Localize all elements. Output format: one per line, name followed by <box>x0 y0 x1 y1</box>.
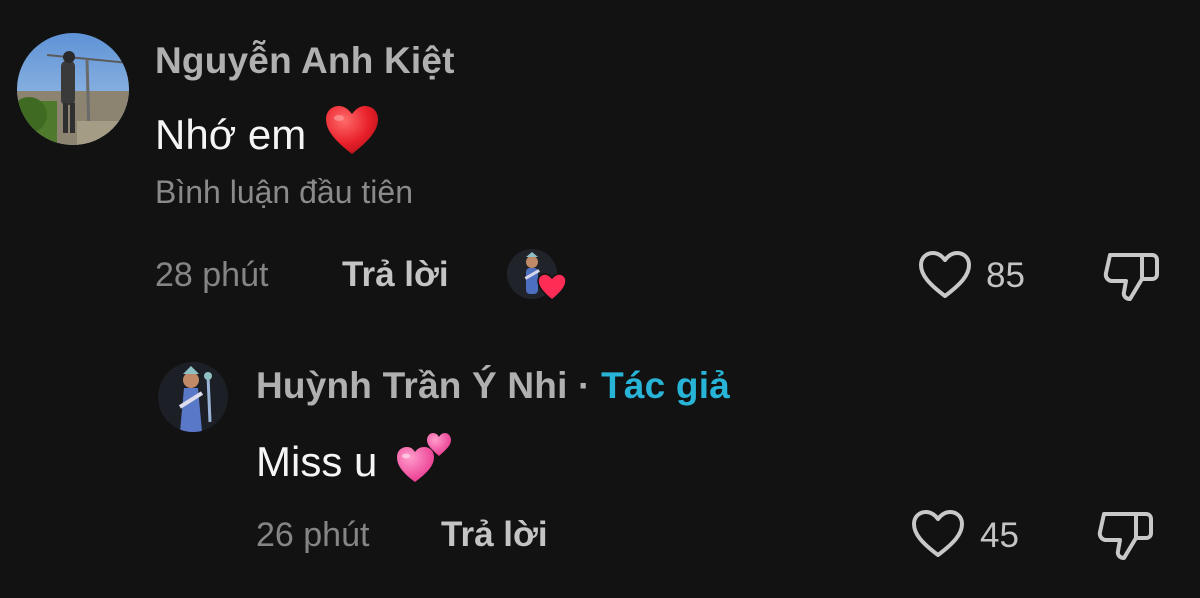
dislike-button[interactable] <box>1102 249 1160 305</box>
separator-dot: · <box>578 365 591 406</box>
comment-username[interactable]: Huỳnh Trần Ý Nhi <box>256 365 568 406</box>
reply-username-line: Huỳnh Trần Ý Nhi · Tác giả <box>256 365 730 407</box>
comment-text: Miss u <box>256 430 453 494</box>
comment-body: Miss u <box>256 438 378 485</box>
comment-text: Nhớ em <box>155 104 380 166</box>
thumbs-down-icon <box>1096 512 1154 568</box>
first-comment-label: Bình luận đầu tiên <box>155 174 413 210</box>
avatar[interactable] <box>17 33 129 145</box>
like-count: 85 <box>986 256 1025 295</box>
reply-button[interactable]: Trả lời <box>342 255 449 295</box>
like-button[interactable] <box>910 508 966 560</box>
heart-outline-icon <box>910 510 966 564</box>
avatar[interactable] <box>158 362 228 432</box>
heart-outline-icon <box>917 251 973 305</box>
like-button[interactable] <box>917 249 973 301</box>
like-count: 45 <box>980 516 1019 555</box>
comment-time: 28 phút <box>155 256 269 294</box>
author-badge: Tác giả <box>601 365 730 406</box>
heart-icon <box>537 273 567 306</box>
creator-liked-badge <box>507 249 567 305</box>
reply-button[interactable]: Trả lời <box>441 515 548 555</box>
two-hearts-emoji <box>395 430 453 494</box>
comment-username[interactable]: Nguyễn Anh Kiệt <box>155 40 455 82</box>
thumbs-down-icon <box>1102 253 1160 309</box>
heart-emoji <box>324 104 380 166</box>
comment-body: Nhớ em <box>155 111 307 158</box>
dislike-button[interactable] <box>1096 508 1154 564</box>
comment-time: 26 phút <box>256 516 370 554</box>
